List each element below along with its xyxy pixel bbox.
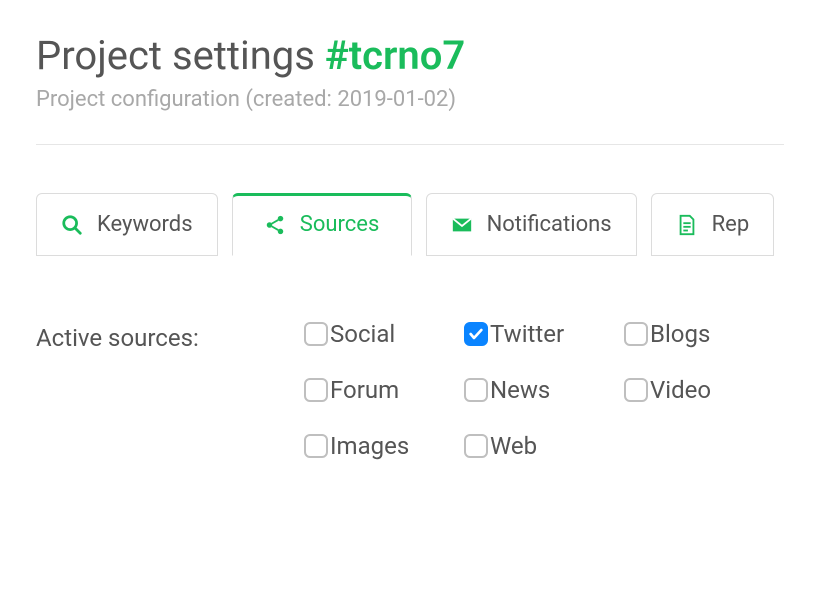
active-sources-section: Active sources: Social Twitter Blogs For… (36, 320, 784, 460)
document-icon (676, 214, 698, 236)
search-icon (61, 214, 83, 236)
tab-notifications[interactable]: Notifications (426, 193, 637, 256)
tab-keywords[interactable]: Keywords (36, 193, 218, 256)
checkbox-label: Forum (330, 376, 399, 404)
tab-label: Sources (300, 212, 380, 237)
tabs-container: Keywords Sources Notifications (36, 193, 784, 256)
checkbox[interactable] (464, 434, 488, 458)
source-video[interactable]: Video (624, 376, 784, 404)
source-news[interactable]: News (464, 376, 624, 404)
checkbox-label: Social (330, 320, 395, 348)
tab-label: Keywords (97, 212, 193, 237)
checkbox[interactable] (464, 322, 488, 346)
tab-label: Notifications (487, 212, 612, 237)
share-icon (264, 214, 286, 236)
checkbox[interactable] (304, 434, 328, 458)
checkbox[interactable] (624, 378, 648, 402)
checkbox-label: Images (330, 432, 409, 460)
active-sources-label: Active sources: (36, 320, 304, 352)
source-blogs[interactable]: Blogs (624, 320, 784, 348)
checkbox[interactable] (464, 378, 488, 402)
checkbox[interactable] (304, 378, 328, 402)
sources-grid: Social Twitter Blogs Forum News Video Im… (304, 320, 784, 460)
divider (36, 144, 784, 145)
project-hash: #tcrno7 (325, 32, 465, 79)
tab-label: Rep (712, 212, 750, 237)
source-forum[interactable]: Forum (304, 376, 464, 404)
tab-sources[interactable]: Sources (232, 193, 412, 256)
source-web[interactable]: Web (464, 432, 624, 460)
envelope-icon (451, 214, 473, 236)
source-twitter[interactable]: Twitter (464, 320, 624, 348)
checkbox[interactable] (304, 322, 328, 346)
source-images[interactable]: Images (304, 432, 464, 460)
checkbox-label: Web (490, 432, 537, 460)
page-title: Project settings #tcrno7 (36, 32, 784, 79)
tab-reports[interactable]: Rep (651, 193, 775, 256)
checkbox-label: Twitter (490, 320, 564, 348)
checkbox-label: Blogs (650, 320, 710, 348)
checkbox[interactable] (624, 322, 648, 346)
page-subtitle: Project configuration (created: 2019-01-… (36, 87, 784, 112)
checkbox-label: Video (650, 376, 711, 404)
title-prefix: Project settings (36, 32, 325, 79)
checkbox-label: News (490, 376, 550, 404)
source-social[interactable]: Social (304, 320, 464, 348)
